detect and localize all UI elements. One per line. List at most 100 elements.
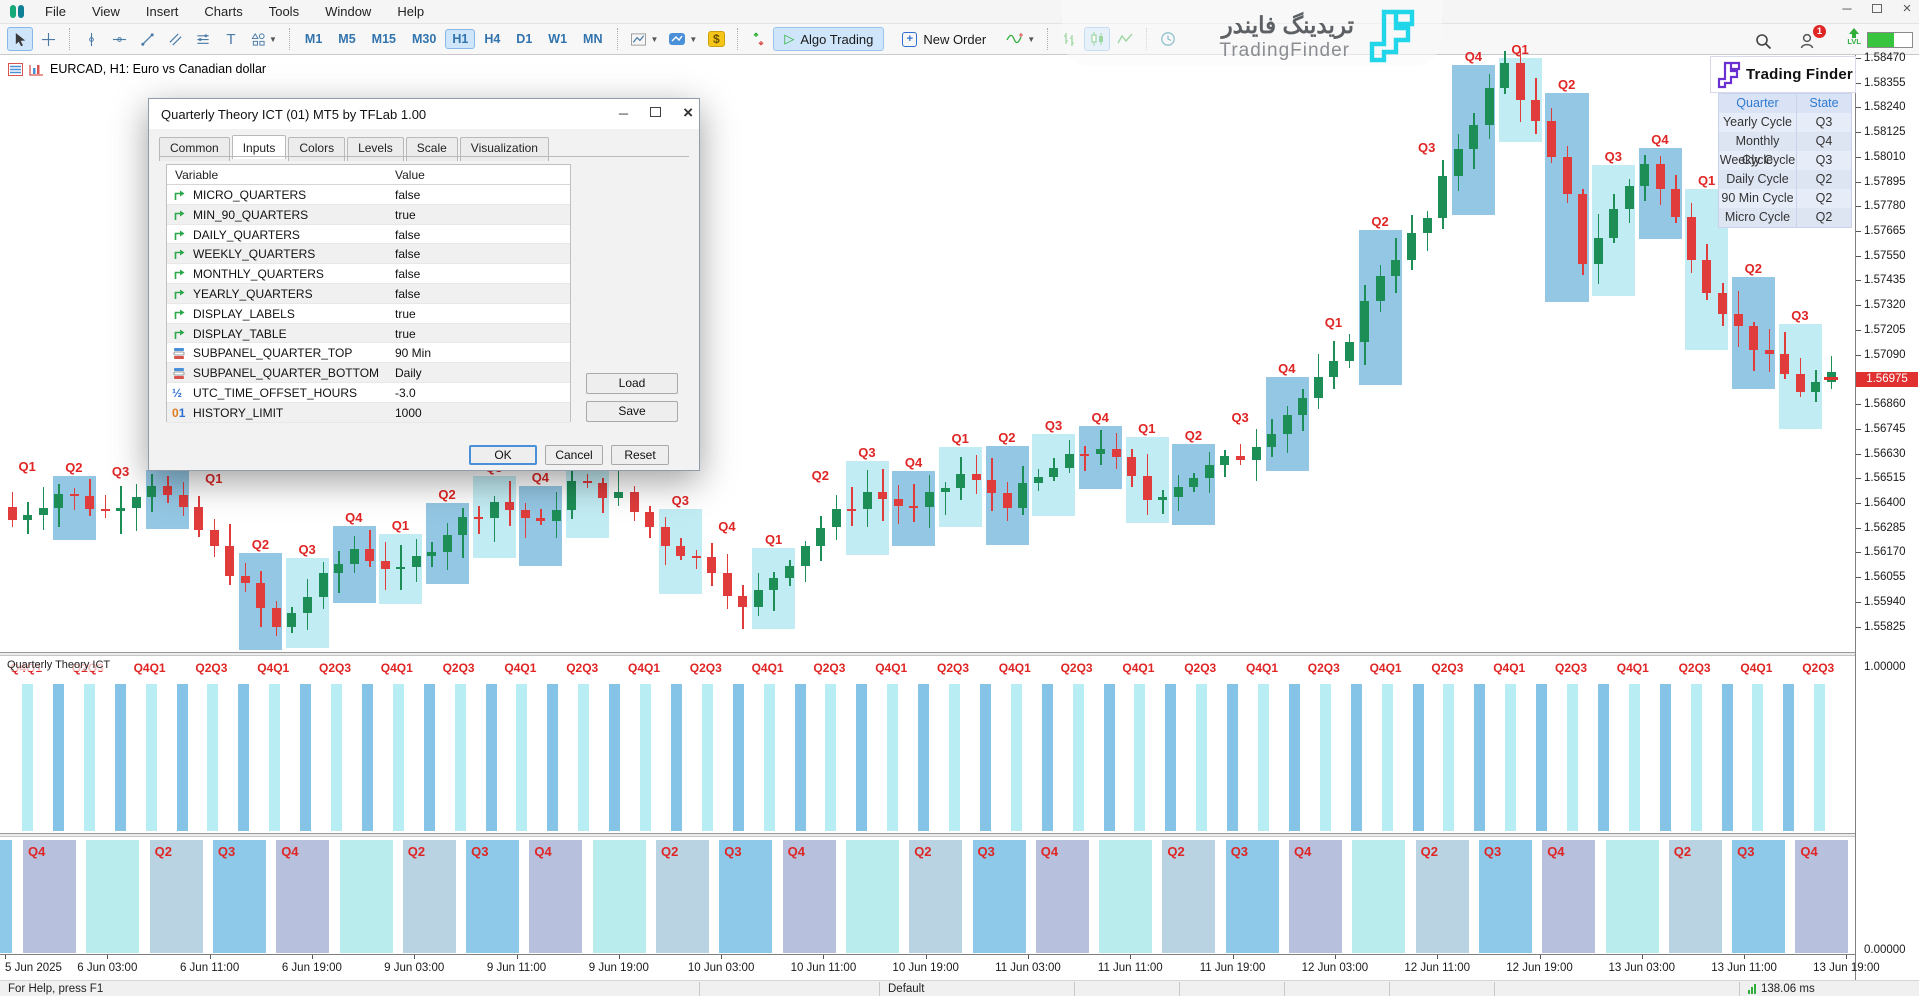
input-row-display_labels[interactable]: DISPLAY_LABELStrue [167,304,570,324]
variable-value[interactable]: true [395,208,416,222]
input-row-daily_quarters[interactable]: DAILY_QUARTERS false [167,225,570,245]
tab-levels[interactable]: Levels [347,137,404,161]
price-tick-label: 1.56860 [1864,398,1906,410]
date-axis[interactable]: 5 Jun 20256 Jun 03:006 Jun 11:006 Jun 19… [0,954,1855,980]
daily-quarter-label: Q4 [534,844,551,859]
subpanel-pair-label: Q2Q3 [1679,661,1711,675]
input-row-weekly_quarters[interactable]: WEEKLY_QUARTERSfalse [167,244,570,264]
variable-value[interactable]: Daily [395,366,422,380]
cancel-button[interactable]: Cancel [545,445,603,465]
variable-value[interactable]: false [395,228,420,242]
candle-body [754,590,763,607]
daily-quarter-block [340,840,393,953]
candle-body [8,507,17,520]
quarter-bar [1227,684,1238,831]
input-row-micro_quarters[interactable]: MICRO_QUARTERSfalse [167,185,570,205]
subpanel-pair-label: Q4Q1 [257,661,289,675]
input-row-display_table[interactable]: DISPLAY_TABLEtrue [167,324,570,344]
date-tick-label: 11 Jun 03:00 [995,962,1061,974]
tab-scale[interactable]: Scale [406,137,458,161]
load-button[interactable]: Load [586,373,678,394]
candle-body [443,535,452,552]
price-tick-label: 1.57320 [1864,299,1906,311]
variable-value[interactable]: false [395,267,420,281]
qt-row-yearly-cycle: Yearly CycleQ3 [1719,113,1851,132]
candle-wick [105,495,107,518]
subpanel-pair-label: Q4Q1 [1740,661,1772,675]
reset-button[interactable]: Reset [611,445,669,465]
price-tick-label: 1.56055 [1864,571,1906,583]
candle-body [1625,186,1634,208]
panel-splitter-top[interactable] [0,652,1855,656]
tab-common[interactable]: Common [159,137,230,161]
daily-quarter-block [846,840,899,953]
variable-value[interactable]: true [395,307,416,321]
candle-body [1547,121,1556,157]
input-row-min_90_quarters[interactable]: MIN_90_QUARTERStrue [167,205,570,225]
tab-colors[interactable]: Colors [288,137,345,161]
quarter-bar [671,684,682,831]
date-tick [312,955,313,959]
dialog-title: Quarterly Theory ICT (01) MT5 by TFLab 1… [161,107,426,122]
variable-value[interactable]: 90 Min [395,346,431,360]
status-cell [1285,982,1390,996]
candle-body [287,613,296,627]
candle-body [816,528,825,547]
variable-value[interactable]: false [395,188,420,202]
indicator-settings-dialog[interactable]: Quarterly Theory ICT (01) MT5 by TFLab 1… [148,98,700,471]
variable-value[interactable]: true [395,327,416,341]
candle-body [1796,374,1805,392]
inputs-grid[interactable]: Variable Value MICRO_QUARTERSfalseMIN_90… [166,164,571,422]
candle-body [630,492,639,512]
quarter-state-table: QuarterStateYearly CycleQ3Monthly CycleQ… [1718,93,1852,228]
ok-button[interactable]: OK [469,445,537,465]
quarter-label: Q3 [1045,418,1062,433]
input-row-subpanel_quarter_bottom[interactable]: SUBPANEL_QUARTER_BOTTOMDaily [167,363,570,383]
daily-quarter-label: Q4 [1547,844,1564,859]
candle-body [1563,157,1572,194]
input-row-yearly_quarters[interactable]: YEARLY_QUARTERSfalse [167,284,570,304]
candle-body [972,474,981,480]
variable-value[interactable]: false [395,247,420,261]
panel-splitter-bottom[interactable] [0,833,1855,837]
quarter-bar [764,684,775,831]
candle-wick [851,487,853,526]
dialog-minimize-button[interactable]: ─ [619,106,628,121]
quarter-bar [733,684,744,831]
candle-body [303,597,312,614]
variable-value[interactable]: -3.0 [395,386,416,400]
dialog-titlebar[interactable]: Quarterly Theory ICT (01) MT5 by TFLab 1… [149,99,699,129]
candle-body [1314,377,1323,398]
input-row-monthly_quarters[interactable]: MONTHLY_QUARTERSfalse [167,264,570,284]
signal-bars-icon [1748,984,1757,994]
variable-name: UTC_TIME_OFFSET_HOURS [193,386,357,400]
candle-body [801,546,810,566]
candle-body [1189,478,1198,487]
quarter-bar [1691,684,1702,831]
candle-body [894,499,903,506]
dialog-maximize-button[interactable] [650,104,661,122]
quarter-bar [1042,684,1053,831]
input-row-subpanel_quarter_top[interactable]: SUBPANEL_QUARTER_TOP90 Min [167,343,570,363]
input-row-history_limit[interactable]: 01HISTORY_LIMIT1000 [167,403,570,423]
candle-body [614,492,623,499]
variable-value[interactable]: false [395,287,420,301]
price-tick-label: 1.57665 [1864,225,1906,237]
candle-body [350,549,359,564]
date-tick-label: 13 Jun 19:00 [1813,962,1880,974]
status-cell [700,982,880,996]
price-axis[interactable]: 1.584701.583551.582401.581251.580101.578… [1855,55,1919,980]
variable-value[interactable]: 1000 [395,406,422,420]
candle-body [365,549,374,561]
variable-name: DAILY_QUARTERS [193,228,300,242]
candle-body [692,556,701,558]
quarter-label: Q1 [1325,315,1342,330]
dialog-close-button[interactable]: × [683,103,693,123]
input-row-utc_time_offset_hours[interactable]: ½UTC_TIME_OFFSET_HOURS-3.0 [167,383,570,403]
tab-visualization[interactable]: Visualization [460,137,549,161]
daily-quarter-label: Q4 [1294,844,1311,859]
latency-value: 138.06 ms [1761,982,1815,996]
date-tick-label: 12 Jun 19:00 [1506,962,1573,974]
date-tick [1437,955,1438,959]
save-button[interactable]: Save [586,401,678,422]
